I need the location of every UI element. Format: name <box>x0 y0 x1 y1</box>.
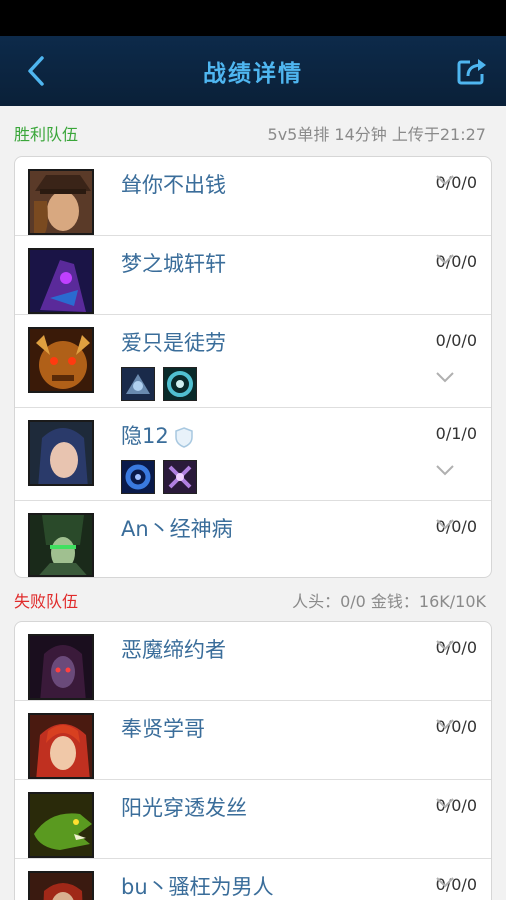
champion-avatar <box>28 420 94 486</box>
shield-icon <box>174 427 193 448</box>
lose-team-card: 恶魔缔约者 0/0/0 奉贤学哥 0/0/0 阳光穿透发丝 0/0/0 bu丶骚… <box>14 621 492 900</box>
player-row[interactable]: bu丶骚枉为男人 0/0/0 <box>15 859 491 900</box>
lose-team-label: 失败队伍 <box>14 592 79 611</box>
champion-avatar <box>28 713 94 779</box>
status-bar <box>0 0 506 36</box>
chevron-down-icon[interactable] <box>435 371 455 383</box>
chevron-down-icon[interactable] <box>435 876 455 888</box>
player-row[interactable]: 奉贤学哥 0/0/0 <box>15 701 491 780</box>
player-row[interactable]: 爱只是徒劳 0/0/0 <box>15 315 491 408</box>
chevron-down-icon[interactable] <box>435 718 455 730</box>
item-icon <box>121 460 155 494</box>
champion-avatar <box>28 513 94 577</box>
player-name: An丶经神病 <box>121 517 233 541</box>
player-name: bu丶骚枉为男人 <box>121 875 274 899</box>
item-icon <box>163 367 197 401</box>
lose-match-meta: 人头：0/0 金钱：16K/10K <box>292 592 486 611</box>
player-name: 恶魔缔约者 <box>121 638 226 662</box>
item-list <box>121 367 197 401</box>
player-name: 梦之城轩轩 <box>121 252 226 276</box>
chevron-down-icon[interactable] <box>435 174 455 186</box>
chevron-down-icon[interactable] <box>435 253 455 265</box>
champion-avatar <box>28 327 94 393</box>
player-name: 阳光穿透发丝 <box>121 796 247 820</box>
chevron-down-icon[interactable] <box>435 464 455 476</box>
player-name: 耸你不出钱 <box>121 173 226 197</box>
player-name: 爱只是徒劳 <box>121 331 226 355</box>
player-row[interactable]: 梦之城轩轩 0/0/0 <box>15 236 491 315</box>
player-row[interactable]: 耸你不出钱 0/0/0 <box>15 157 491 236</box>
share-icon <box>457 59 486 85</box>
chevron-down-icon[interactable] <box>435 797 455 809</box>
lose-team-header: 失败队伍 人头：0/0 金钱：16K/10K <box>0 575 506 625</box>
player-row[interactable]: 恶魔缔约者 0/0/0 <box>15 622 491 701</box>
player-name: 奉贤学哥 <box>121 717 205 741</box>
page-title: 战绩详情 <box>203 61 303 87</box>
win-team-card: 耸你不出钱 0/0/0 梦之城轩轩 0/0/0 爱只是徒劳 0/0/0 隐12 … <box>14 156 492 578</box>
player-row[interactable]: 阳光穿透发丝 0/0/0 <box>15 780 491 859</box>
player-kda: 0/1/0 <box>435 424 477 443</box>
player-name: 隐12 <box>121 420 195 450</box>
champion-avatar <box>28 871 94 900</box>
item-icon <box>121 367 155 401</box>
share-button[interactable] <box>456 56 488 86</box>
back-icon <box>28 56 44 86</box>
player-kda: 0/0/0 <box>435 331 477 350</box>
champion-avatar <box>28 792 94 858</box>
player-name-text: 隐12 <box>121 424 169 448</box>
app-header: 战绩详情 <box>0 36 506 106</box>
player-row[interactable]: 隐12 0/1/0 <box>15 408 491 501</box>
player-row[interactable]: An丶经神病 0/0/0 <box>15 501 491 577</box>
item-list <box>121 460 197 494</box>
item-icon <box>163 460 197 494</box>
win-match-meta: 5v5单排 14分钟 上传于21:27 <box>267 125 486 144</box>
chevron-down-icon[interactable] <box>435 518 455 530</box>
back-button[interactable] <box>22 54 52 88</box>
champion-avatar <box>28 634 94 700</box>
champion-avatar <box>28 248 94 314</box>
win-team-header: 胜利队伍 5v5单排 14分钟 上传于21:27 <box>0 108 506 158</box>
win-team-label: 胜利队伍 <box>14 125 79 144</box>
champion-avatar <box>28 169 94 235</box>
chevron-down-icon[interactable] <box>435 639 455 651</box>
